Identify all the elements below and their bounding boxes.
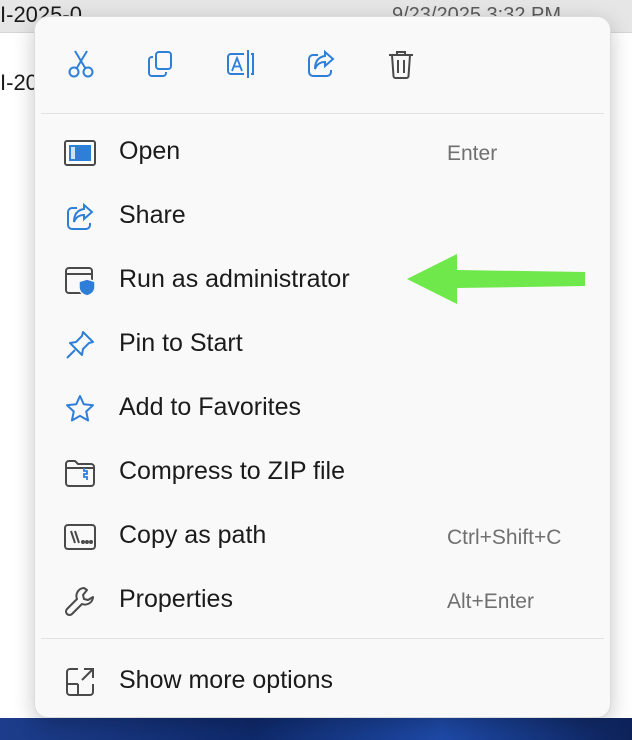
- menu-item-label: Pin to Start: [119, 329, 243, 357]
- menu-item-open[interactable]: Open Enter: [35, 120, 610, 184]
- open-icon: [63, 136, 97, 170]
- rename-icon: [224, 47, 258, 86]
- background-file-name: I-20: [0, 70, 38, 95]
- star-icon: [63, 392, 97, 426]
- menu-item-properties[interactable]: Properties Alt+Enter: [35, 568, 610, 632]
- desktop-taskbar: [0, 718, 632, 740]
- menu-item-share[interactable]: Share: [35, 184, 610, 248]
- context-menu: Open Enter Share Run as administrator Pi…: [34, 16, 611, 718]
- separator: [41, 113, 604, 114]
- wrench-icon: [63, 584, 97, 618]
- menu-item-show-more-options[interactable]: Show more options: [35, 649, 610, 713]
- menu-item-label: Properties: [119, 585, 233, 613]
- menu-item-compress-to-zip[interactable]: Compress to ZIP file: [35, 440, 610, 504]
- rename-button[interactable]: [219, 44, 263, 88]
- menu-item-shortcut: Ctrl+Shift+C: [447, 526, 562, 549]
- zip-icon: [63, 456, 97, 490]
- menu-item-label: Compress to ZIP file: [119, 457, 346, 485]
- menu-item-pin-to-start[interactable]: Pin to Start: [35, 312, 610, 376]
- annotation-arrow-icon: [407, 254, 585, 304]
- menu-item-label: Share: [119, 201, 186, 229]
- menu-item-copy-as-path[interactable]: Copy as path Ctrl+Shift+C: [35, 504, 610, 568]
- menu-item-shortcut: Enter: [447, 142, 498, 165]
- menu-item-label: Show more options: [119, 666, 334, 694]
- copy-button[interactable]: [139, 44, 183, 88]
- copy-icon: [145, 48, 177, 85]
- menu-item-label: Run as administrator: [119, 265, 350, 293]
- menu-item-label: Open: [119, 137, 181, 165]
- delete-button[interactable]: [379, 44, 423, 88]
- menu-item-label: Copy as path: [119, 521, 267, 549]
- share-icon: [305, 48, 337, 85]
- share-icon: [63, 200, 97, 234]
- context-menu-toolbar: [35, 17, 610, 112]
- separator: [41, 638, 604, 639]
- pin-icon: [63, 328, 97, 362]
- shield-icon: [63, 264, 97, 298]
- cut-icon: [65, 48, 97, 85]
- menu-item-label: Add to Favorites: [119, 393, 302, 421]
- share-button[interactable]: [299, 44, 343, 88]
- cut-button[interactable]: [59, 44, 103, 88]
- more-options-icon: [63, 665, 97, 699]
- menu-item-shortcut: Alt+Enter: [447, 590, 534, 613]
- delete-icon: [386, 48, 416, 85]
- menu-item-add-to-favorites[interactable]: Add to Favorites: [35, 376, 610, 440]
- path-icon: [63, 520, 97, 554]
